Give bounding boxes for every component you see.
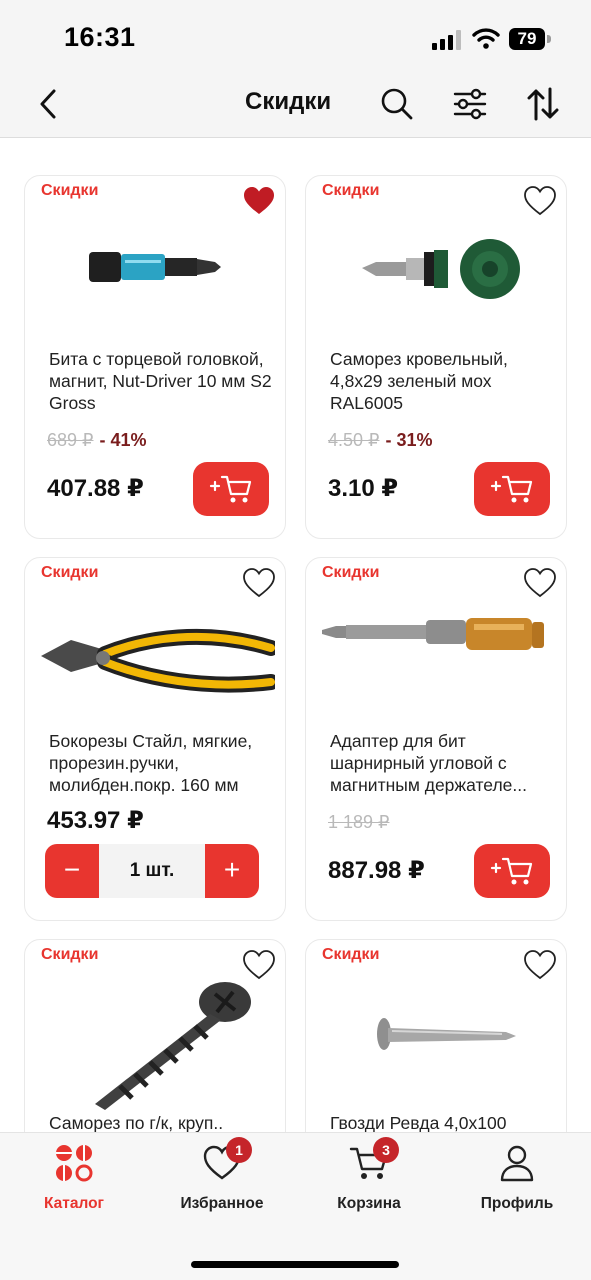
add-to-cart-icon bbox=[490, 857, 533, 885]
cart-count-badge: 3 bbox=[373, 1137, 399, 1163]
product-card[interactable]: Скидки Саморез кровельный, 4,8х29 зелены… bbox=[305, 175, 567, 539]
sliders-icon[interactable] bbox=[452, 87, 488, 121]
sale-badge: Скидки bbox=[41, 182, 99, 199]
product-name[interactable]: Гвозди Ревда 4,0х100 bbox=[330, 1112, 562, 1132]
sale-badge: Скидки bbox=[322, 946, 380, 963]
favorite-heart-icon[interactable] bbox=[243, 950, 275, 980]
product-card[interactable]: Скидки Бита с торцевой головкой, магнит,… bbox=[24, 175, 286, 539]
product-card[interactable]: Скидки Саморез по г/к, круп.. bbox=[24, 939, 286, 1132]
chevron-left-icon[interactable] bbox=[34, 87, 64, 121]
tab-label: Избранное bbox=[180, 1195, 264, 1212]
product-grid: Скидки Бита с торцевой головкой, магнит,… bbox=[0, 138, 591, 1132]
product-image-angle-bit-adapter bbox=[322, 618, 544, 650]
product-image-drywall-screw bbox=[95, 982, 251, 1110]
tab-label: Профиль bbox=[480, 1195, 554, 1212]
profile-icon bbox=[500, 1145, 534, 1182]
cellular-signal-icon bbox=[432, 30, 461, 50]
quantity-value: 1 шт. bbox=[129, 860, 175, 881]
sale-badge: Скидки bbox=[322, 182, 380, 199]
add-to-cart-button[interactable] bbox=[474, 844, 550, 898]
status-time: 16:31 bbox=[64, 22, 136, 52]
product-image-nails bbox=[377, 1018, 516, 1050]
favorite-heart-icon[interactable] bbox=[524, 950, 556, 980]
product-name[interactable]: Бокорезы Стайл, мягкие, прорезин.ручки, … bbox=[49, 730, 281, 796]
price-row: 4.50 ₽ - 31% bbox=[328, 430, 433, 454]
home-indicator[interactable] bbox=[191, 1261, 399, 1268]
tab-label: Каталог bbox=[43, 1195, 105, 1212]
product-image-side-cutters bbox=[41, 628, 275, 693]
decrease-quantity-button[interactable]: − bbox=[45, 844, 99, 898]
product-image-nut-driver-bit bbox=[89, 252, 221, 282]
old-price: 4.50 ₽ bbox=[328, 430, 380, 450]
current-price: 3.10 ₽ bbox=[328, 475, 399, 502]
sale-badge: Скидки bbox=[41, 946, 99, 963]
product-name[interactable]: Адаптер для бит шарнирный угловой с магн… bbox=[330, 730, 562, 796]
tab-bar: Каталог 1 Избранное 3 Корзина Профиль bbox=[0, 1132, 591, 1280]
wifi-icon bbox=[472, 28, 500, 49]
favorite-heart-icon[interactable] bbox=[524, 186, 556, 216]
page-title: Скидки bbox=[245, 88, 332, 115]
status-bar: 16:31 79 bbox=[0, 0, 591, 70]
tab-favorites[interactable]: 1 Избранное bbox=[148, 1137, 296, 1227]
add-to-cart-button[interactable] bbox=[193, 462, 269, 516]
old-price: 1 189 ₽ bbox=[328, 812, 390, 832]
product-card[interactable]: Скидки Гвозди Ревда 4,0х100 bbox=[305, 939, 567, 1132]
tab-catalog[interactable]: Каталог bbox=[0, 1143, 148, 1227]
tab-label: Корзина bbox=[337, 1195, 401, 1212]
current-price: 453.97 ₽ bbox=[47, 807, 144, 834]
search-icon[interactable] bbox=[380, 87, 414, 121]
quantity-stepper: − 1 шт. + bbox=[45, 844, 259, 898]
tab-profile[interactable]: Профиль bbox=[443, 1143, 591, 1227]
catalog-icon bbox=[56, 1145, 93, 1182]
battery-icon: 79 bbox=[509, 28, 551, 50]
add-to-cart-button[interactable] bbox=[474, 462, 550, 516]
current-price: 887.98 ₽ bbox=[328, 857, 425, 884]
product-name[interactable]: Саморез по г/к, круп.. bbox=[49, 1112, 281, 1132]
product-image-roofing-screw bbox=[362, 239, 520, 299]
product-name[interactable]: Бита с торцевой головкой, магнит, Nut-Dr… bbox=[49, 348, 281, 414]
navigation-bar: Скидки bbox=[0, 70, 591, 138]
product-name[interactable]: Саморез кровельный, 4,8х29 зеленый мох R… bbox=[330, 348, 562, 414]
price-row: 1 189 ₽ bbox=[328, 812, 390, 836]
favorite-heart-icon[interactable] bbox=[243, 186, 275, 216]
favorite-heart-icon[interactable] bbox=[243, 568, 275, 598]
discount-percent: - 31% bbox=[385, 430, 433, 450]
product-card[interactable]: Скидки Адаптер для бит шарнирный угловой… bbox=[305, 557, 567, 921]
add-to-cart-icon bbox=[490, 475, 533, 503]
add-to-cart-icon bbox=[209, 475, 252, 503]
favorites-count-badge: 1 bbox=[226, 1137, 252, 1163]
tab-cart[interactable]: 3 Корзина bbox=[295, 1137, 443, 1227]
current-price: 407.88 ₽ bbox=[47, 475, 144, 502]
sale-badge: Скидки bbox=[322, 564, 380, 581]
sale-badge: Скидки bbox=[41, 564, 99, 581]
favorite-heart-icon[interactable] bbox=[524, 568, 556, 598]
discount-percent: - 41% bbox=[99, 430, 147, 450]
battery-level: 79 bbox=[509, 28, 545, 50]
old-price: 689 ₽ bbox=[47, 430, 94, 450]
product-card[interactable]: Скидки Бокорезы Стайл, мягкие, прорезин.… bbox=[24, 557, 286, 921]
price-row: 689 ₽ - 41% bbox=[47, 430, 147, 454]
increase-quantity-button[interactable]: + bbox=[205, 844, 259, 898]
sort-arrows-icon[interactable] bbox=[527, 87, 559, 121]
